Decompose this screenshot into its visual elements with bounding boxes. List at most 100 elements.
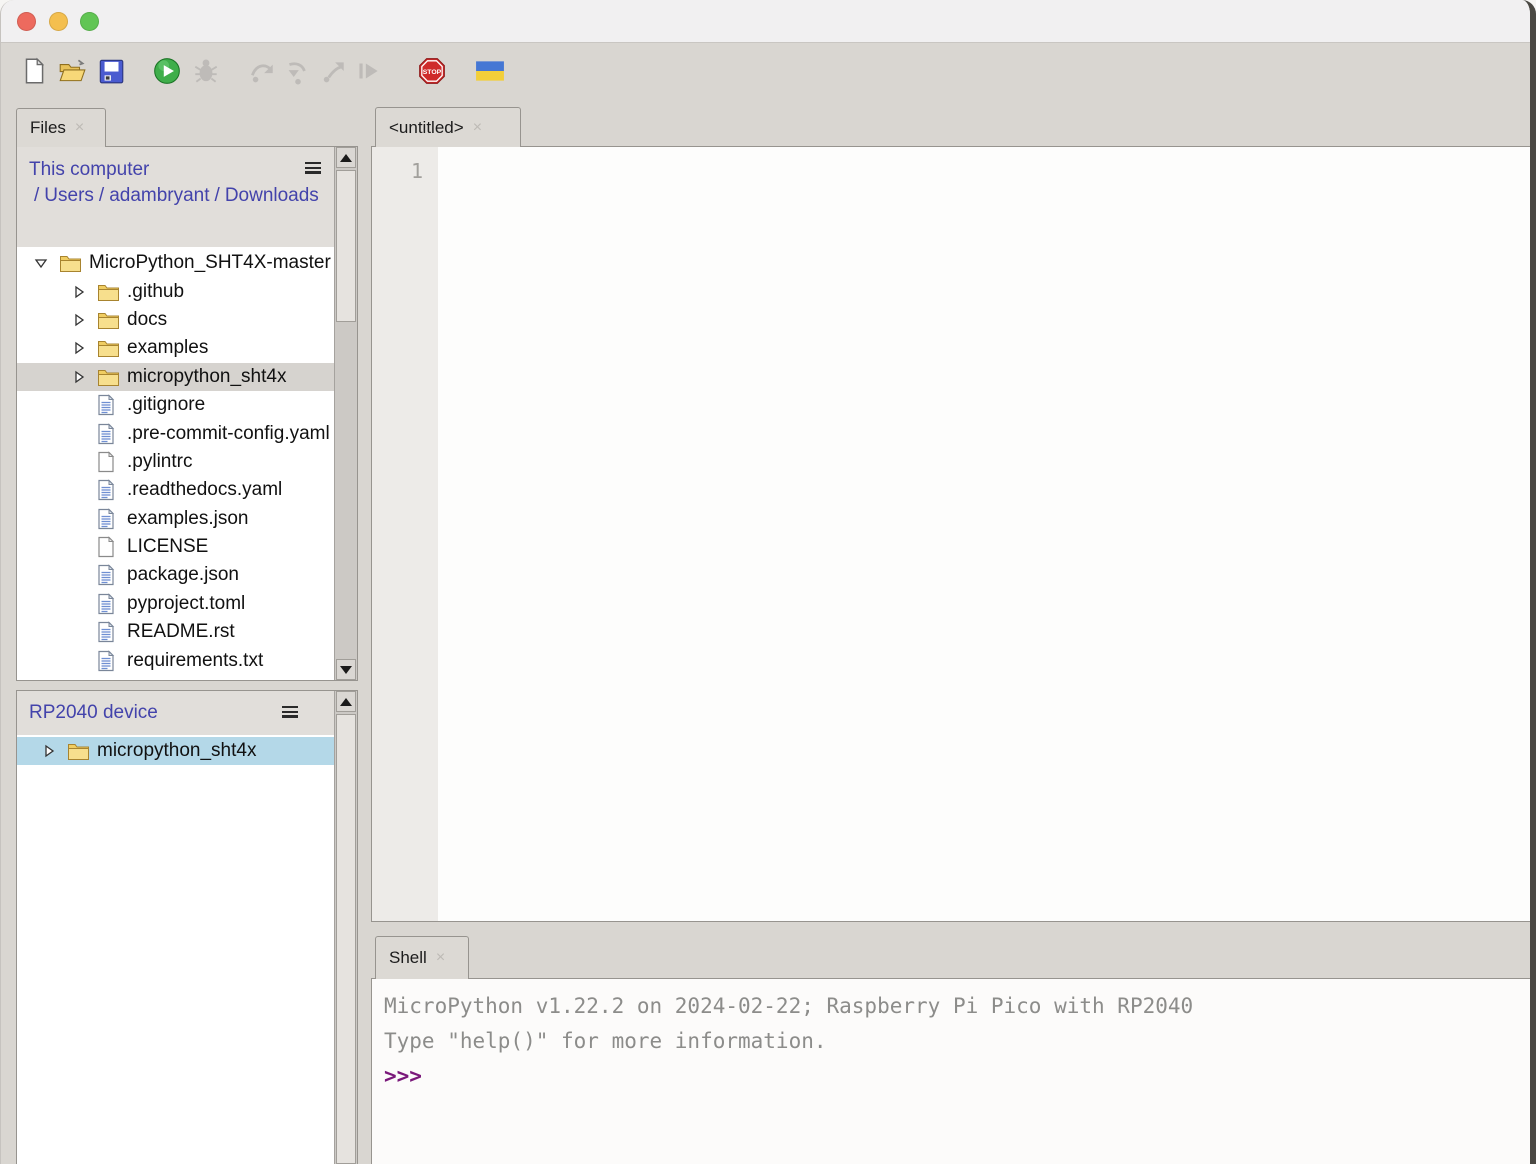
device-panel-header: RP2040 device [17, 691, 334, 735]
files-panel: This computer/Users/adambryant/Downloads… [16, 146, 358, 681]
shell-output-area[interactable]: MicroPython v1.22.2 on 2024-02-22; Raspb… [372, 979, 1530, 1164]
hamburger-menu-icon [282, 706, 302, 718]
tree-item-micropython-sht4x-master[interactable]: MicroPython_SHT4X-master [17, 249, 334, 277]
scroll-up-button[interactable] [336, 691, 356, 712]
tree-item-label: micropython_sht4x [97, 740, 256, 762]
tab-shell[interactable]: Shell × [375, 936, 469, 979]
run-button[interactable] [152, 56, 182, 86]
breadcrumb: This computer/Users/adambryant/Downloads [17, 147, 334, 247]
files-scrollbar[interactable] [334, 147, 357, 680]
step-over-button[interactable] [247, 56, 277, 86]
tab-shell-label: Shell [389, 948, 427, 968]
tree-item--pylintrc[interactable]: .pylintrc [17, 448, 334, 476]
tab-files-label: Files [30, 118, 66, 138]
breadcrumb-segment-adambryant[interactable]: adambryant [109, 185, 209, 206]
tree-item-package-json[interactable]: package.json [17, 561, 334, 589]
tree-item-readme-rst[interactable]: README.rst [17, 618, 334, 646]
new-file-button[interactable] [19, 56, 49, 86]
scrollbar-thumb[interactable] [336, 170, 356, 322]
tab-shell-close-icon[interactable]: × [436, 950, 445, 966]
expander-collapsed-icon[interactable] [71, 312, 97, 328]
tree-item--github[interactable]: .github [17, 277, 334, 305]
tree-item-label: README.rst [127, 621, 235, 643]
breadcrumb-segment-downloads[interactable]: Downloads [225, 185, 319, 206]
device-tree: micropython_sht4x [17, 735, 334, 1164]
tab-files[interactable]: Files × [16, 108, 106, 147]
step-out-icon [318, 56, 348, 86]
tree-item-label: micropython_sht4x [127, 366, 286, 388]
tree-item-label: requirements.txt [127, 650, 263, 672]
folder-icon [97, 338, 125, 358]
expander-collapsed-icon[interactable] [41, 743, 67, 759]
tab-untitled-close-icon[interactable]: × [473, 120, 482, 136]
tree-item-pyproject-toml[interactable]: pyproject.toml [17, 590, 334, 618]
folder-icon [59, 253, 87, 273]
close-window-button[interactable] [17, 12, 36, 31]
tree-item-label: package.json [127, 564, 239, 586]
file-lines-icon [97, 423, 125, 445]
tree-item-label: .github [127, 281, 184, 303]
triangle-up-icon [340, 698, 352, 706]
tree-item-requirements-txt[interactable]: requirements.txt [17, 646, 334, 674]
files-menu-button[interactable] [305, 161, 325, 177]
debug-bug-icon [191, 56, 221, 86]
tree-item-license[interactable]: LICENSE [17, 533, 334, 561]
expander-collapsed-icon[interactable] [71, 340, 97, 356]
device-panel-title: RP2040 device [29, 702, 158, 723]
thonny-window: STOP Files × This computer/Users/adambry… [0, 0, 1536, 1164]
tab-files-close-icon[interactable]: × [75, 120, 84, 136]
file-plain-icon [97, 536, 125, 558]
tree-item-docs[interactable]: docs [17, 306, 334, 334]
resume-button[interactable] [353, 56, 383, 86]
save-file-button[interactable] [96, 56, 126, 86]
device-menu-button[interactable] [282, 705, 302, 721]
tree-item-label: pyproject.toml [127, 593, 245, 615]
file-lines-icon [97, 621, 125, 643]
tree-item-label: MicroPython_SHT4X-master [89, 252, 331, 274]
triangle-down-icon [340, 666, 352, 674]
tree-item-label: .pylintrc [127, 451, 192, 473]
step-out-button[interactable] [318, 56, 348, 86]
minimize-window-button[interactable] [49, 12, 68, 31]
tab-untitled-label: <untitled> [389, 118, 464, 138]
breadcrumb-separator: / [34, 185, 39, 206]
tree-item-examples-json[interactable]: examples.json [17, 505, 334, 533]
shell-output-line: Type "help()" for more information. [384, 1024, 1524, 1059]
ukraine-flag-button[interactable] [475, 56, 505, 86]
device-scrollbar[interactable] [334, 691, 357, 1164]
tree-item--pre-commit-config-yaml[interactable]: .pre-commit-config.yaml [17, 419, 334, 447]
file-lines-icon [97, 479, 125, 501]
step-into-button[interactable] [283, 56, 313, 86]
breadcrumb-root[interactable]: This computer [29, 157, 300, 183]
tree-item-label: docs [127, 309, 167, 331]
expander-expanded-icon[interactable] [33, 255, 59, 271]
folder-icon [97, 282, 125, 302]
folder-icon [97, 310, 125, 330]
tree-item-label: .readthedocs.yaml [127, 479, 282, 501]
tree-item-micropython-sht4x[interactable]: micropython_sht4x [17, 363, 334, 391]
tree-item-examples[interactable]: examples [17, 334, 334, 362]
hamburger-menu-icon [305, 162, 325, 174]
open-file-button[interactable] [57, 56, 87, 86]
tree-item--gitignore[interactable]: .gitignore [17, 391, 334, 419]
tree-item--readthedocs-yaml[interactable]: .readthedocs.yaml [17, 476, 334, 504]
zoom-window-button[interactable] [80, 12, 99, 31]
file-lines-icon [97, 394, 125, 416]
expander-collapsed-icon[interactable] [71, 369, 97, 385]
expander-collapsed-icon[interactable] [71, 284, 97, 300]
save-icon [96, 56, 126, 86]
scroll-up-button[interactable] [336, 147, 356, 168]
breadcrumb-segment-users[interactable]: Users [44, 185, 94, 206]
device-panel: RP2040 device micropython_sht4x [16, 690, 358, 1164]
breadcrumb-separator: / [99, 185, 104, 206]
run-icon [152, 56, 182, 86]
code-editor-area[interactable] [438, 147, 1530, 921]
stop-button[interactable]: STOP [417, 56, 447, 86]
tree-item-micropython-sht4x[interactable]: micropython_sht4x [17, 737, 334, 765]
tab-untitled[interactable]: <untitled> × [375, 107, 521, 147]
folder-icon [67, 741, 95, 761]
debug-button[interactable] [191, 56, 221, 86]
shell-prompt: >>> [384, 1059, 1524, 1094]
scroll-down-button[interactable] [336, 659, 356, 680]
scrollbar-thumb[interactable] [336, 714, 356, 1164]
